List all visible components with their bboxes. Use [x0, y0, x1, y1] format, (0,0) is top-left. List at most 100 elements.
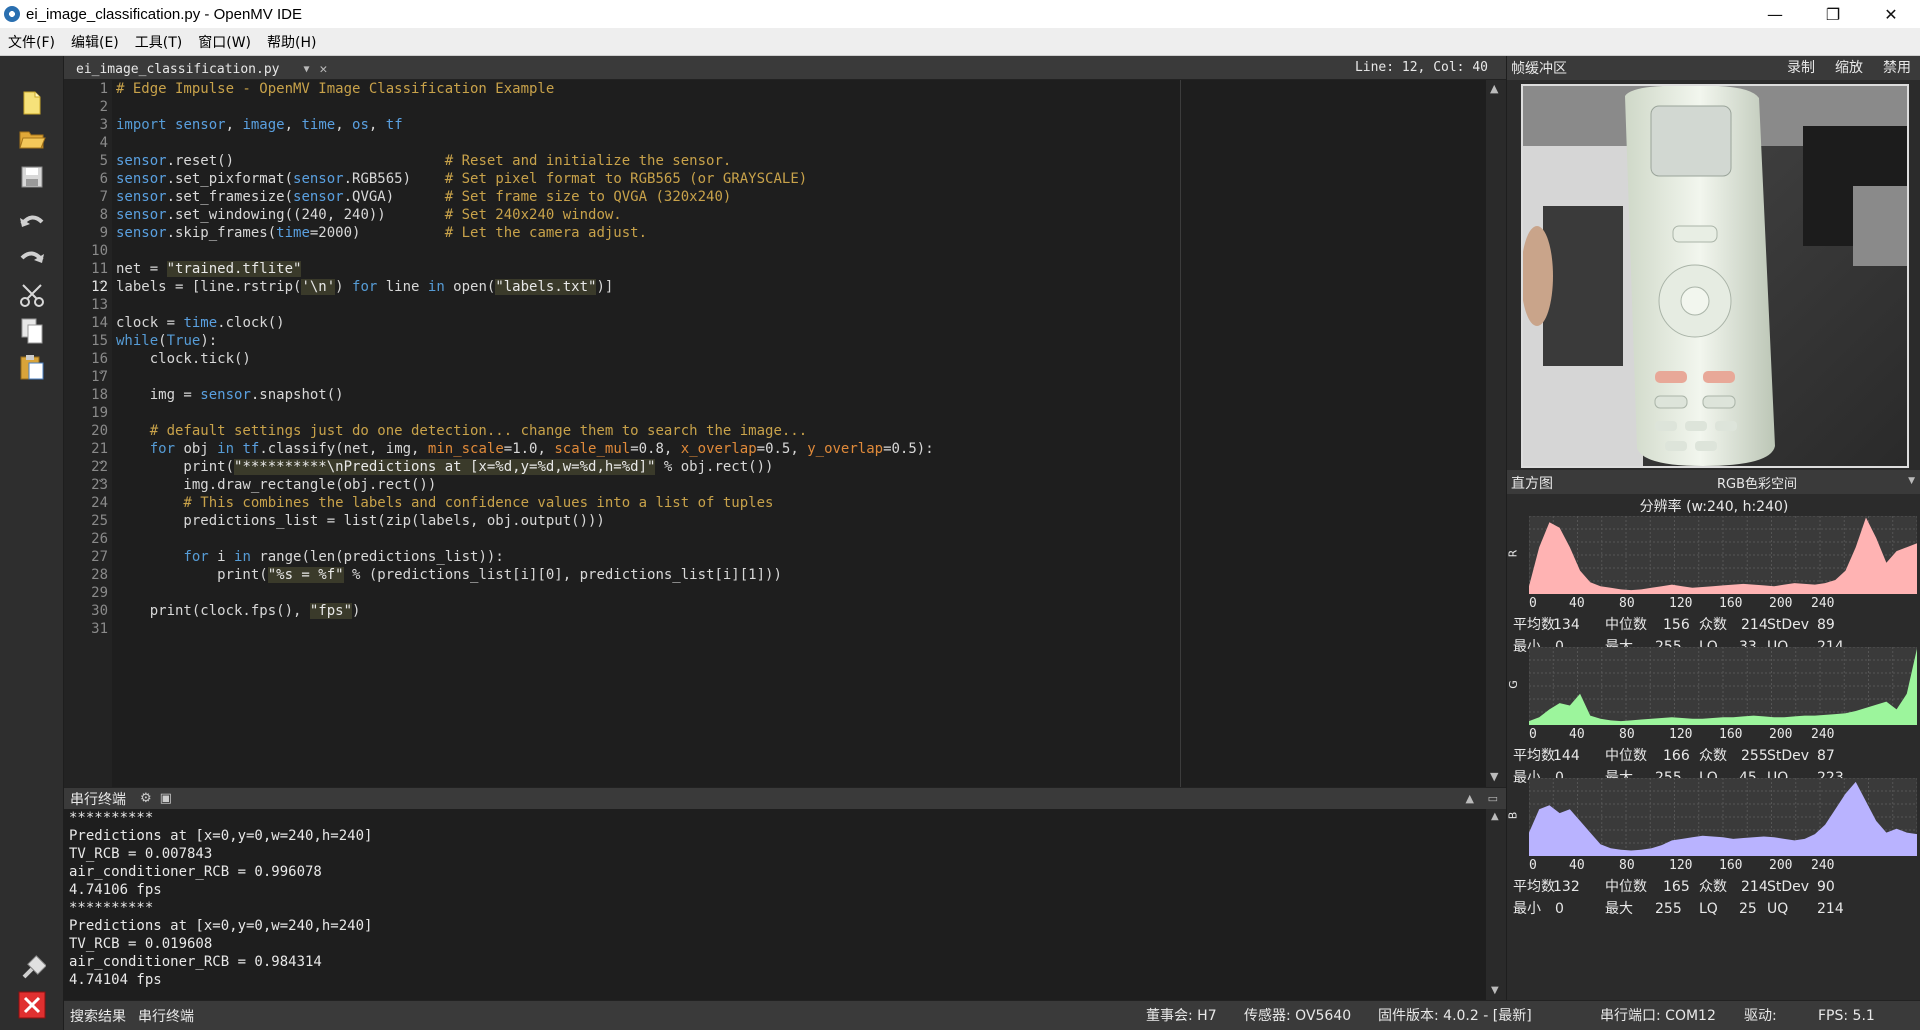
menu-help[interactable]: 帮助(H): [259, 32, 324, 52]
code-line[interactable]: # default settings just do one detection…: [116, 422, 1476, 440]
code-line[interactable]: [116, 368, 1476, 386]
serial-terminal[interactable]: ********** Predictions at [x=0,y=0,w=240,…: [64, 809, 1486, 1000]
code-line[interactable]: sensor.reset() # Reset and initialize th…: [116, 152, 1476, 170]
scroll-up-icon[interactable]: ▲: [1491, 811, 1499, 822]
code-line[interactable]: sensor.set_framesize(sensor.QVGA) # Set …: [116, 188, 1476, 206]
scroll-down-icon[interactable]: ▼: [1490, 770, 1498, 783]
framebuffer-image: [1521, 84, 1909, 468]
code-line[interactable]: [116, 620, 1476, 638]
tick-label: 160: [1719, 596, 1743, 611]
chevron-down-icon[interactable]: ▼: [1908, 476, 1915, 486]
code-line[interactable]: [116, 242, 1476, 260]
code-line[interactable]: clock = time.clock(): [116, 314, 1476, 332]
editor-scrollbar[interactable]: ▲ ▼: [1486, 80, 1506, 787]
save-button[interactable]: [14, 160, 50, 194]
code-line[interactable]: sensor.set_windowing((240, 240)) # Set 2…: [116, 206, 1476, 224]
scroll-up-icon[interactable]: ▲: [1490, 82, 1498, 95]
stat-text: 132: [1553, 879, 1580, 895]
stat-text: StDev: [1767, 748, 1810, 764]
code-line[interactable]: sensor.set_pixformat(sensor.RGB565) # Se…: [116, 170, 1476, 188]
editor-tab[interactable]: ei_image_classification.py ▼ ✕: [68, 58, 335, 80]
stat-text: LQ: [1699, 901, 1718, 917]
stop-button[interactable]: [14, 988, 50, 1022]
terminal-line: 4.74104 fps: [69, 972, 162, 988]
code-line[interactable]: net = "trained.tflite": [116, 260, 1476, 278]
line-number: 9: [99, 225, 108, 241]
code-line[interactable]: labels = [line.rstrip('\n') for line in …: [116, 278, 1476, 296]
scroll-down-icon[interactable]: ▼: [1491, 985, 1499, 996]
fold-chevron-icon[interactable]: ⌄: [97, 474, 105, 485]
paste-button[interactable]: [14, 350, 50, 384]
close-tab-icon[interactable]: ✕: [320, 62, 328, 77]
code-line[interactable]: # Edge Impulse - OpenMV Image Classifica…: [116, 80, 1476, 98]
copy-button[interactable]: [14, 314, 50, 348]
fold-chevron-icon[interactable]: ⌄: [97, 276, 105, 287]
zoom-button[interactable]: 缩放: [1825, 56, 1873, 80]
code-line[interactable]: [116, 530, 1476, 548]
code-line[interactable]: img.draw_rectangle(obj.rect()): [116, 476, 1476, 494]
window-title: ei_image_classification.py - OpenMV IDE: [26, 5, 302, 23]
colorspace-select[interactable]: RGB色彩空间: [1717, 473, 1797, 492]
terminal-save-icon[interactable]: ▣: [160, 791, 172, 806]
menu-tools[interactable]: 工具(T): [127, 32, 190, 52]
close-button[interactable]: ✕: [1862, 0, 1920, 28]
code-line[interactable]: [116, 296, 1476, 314]
code-line[interactable]: print("**********\nPredictions at [x=%d,…: [116, 458, 1476, 476]
code-line[interactable]: for i in range(len(predictions_list)):: [116, 548, 1476, 566]
line-number: 5: [99, 153, 108, 169]
window-controls: — ❐ ✕: [1746, 0, 1920, 28]
status-serial-port: 串行端口: COM12: [1600, 1008, 1716, 1024]
open-file-button[interactable]: [14, 122, 50, 156]
code-line[interactable]: import sensor, image, time, os, tf: [116, 116, 1476, 134]
channel-label: G: [1506, 680, 1520, 689]
code-line[interactable]: print("%s = %f" % (predictions_list[i][0…: [116, 566, 1476, 584]
code-line[interactable]: # This combines the labels and confidenc…: [116, 494, 1476, 512]
tick-label: 200: [1769, 596, 1793, 611]
tick-label: 0: [1529, 858, 1537, 873]
code-line[interactable]: predictions_list = list(zip(labels, obj.…: [116, 512, 1476, 530]
code-line[interactable]: while(True):: [116, 332, 1476, 350]
terminal-settings-icon[interactable]: ⚙: [140, 791, 152, 806]
fold-chevron-icon[interactable]: ⌄: [97, 366, 105, 377]
tab-search-results[interactable]: 搜索结果: [64, 1006, 132, 1026]
code-line[interactable]: img = sensor.snapshot(): [116, 386, 1476, 404]
undo-button[interactable]: [14, 206, 50, 240]
code-line[interactable]: [116, 584, 1476, 602]
tab-serial-terminal[interactable]: 串行终端: [132, 1006, 200, 1026]
histogram-area: [1528, 515, 1918, 595]
histogram-area: [1528, 646, 1918, 726]
code-line[interactable]: sensor.skip_frames(time=2000) # Let the …: [116, 224, 1476, 242]
collapse-up-icon[interactable]: ▲: [1466, 792, 1474, 805]
code-line[interactable]: [116, 134, 1476, 152]
fold-chevron-icon[interactable]: ⌄: [97, 456, 105, 467]
menu-edit[interactable]: 编辑(E): [63, 32, 127, 52]
code-line[interactable]: [116, 98, 1476, 116]
code-line[interactable]: print(clock.fps(), "fps"): [116, 602, 1476, 620]
redo-button[interactable]: [14, 242, 50, 276]
cut-button[interactable]: [14, 278, 50, 312]
histogram-header: 直方图 RGB色彩空间 ▼: [1507, 470, 1920, 494]
menu-window[interactable]: 窗口(W): [190, 32, 259, 52]
maximize-panel-icon[interactable]: ▭: [1488, 792, 1498, 805]
chevron-down-icon[interactable]: ▼: [304, 64, 310, 75]
code-line[interactable]: [116, 404, 1476, 422]
code-line[interactable]: for obj in tf.classify(net, img, min_sca…: [116, 440, 1476, 458]
record-button[interactable]: 录制: [1777, 56, 1825, 80]
code-editor[interactable]: 1 2 3 4 5 6 7 8 9 10 11 12 13 14 15 16 17 18 19 20 21 22 23 24 2…: [64, 80, 1486, 787]
code-line[interactable]: clock.tick(): [116, 350, 1476, 368]
new-file-button[interactable]: [14, 86, 50, 120]
maximize-button[interactable]: ❐: [1804, 0, 1862, 28]
line-number: 1: [99, 81, 108, 97]
connect-button[interactable]: [14, 952, 50, 986]
minimize-button[interactable]: —: [1746, 0, 1804, 28]
menu-file[interactable]: 文件(F): [0, 32, 63, 52]
histogram-ticks: 0 40 80 120 160 200 240: [1529, 727, 1917, 743]
terminal-scrollbar[interactable]: ▲ ▼: [1486, 809, 1506, 1000]
disable-button[interactable]: 禁用: [1873, 56, 1920, 80]
code-text[interactable]: # Edge Impulse - OpenMV Image Classifica…: [116, 80, 1476, 638]
tick-label: 120: [1669, 858, 1693, 873]
stat-text: 214: [1741, 879, 1768, 895]
new-file-icon: [23, 91, 41, 115]
stat-text: 214: [1741, 617, 1768, 633]
status-firmware[interactable]: 固件版本: 4.0.2 - [最新]: [1378, 1001, 1532, 1030]
